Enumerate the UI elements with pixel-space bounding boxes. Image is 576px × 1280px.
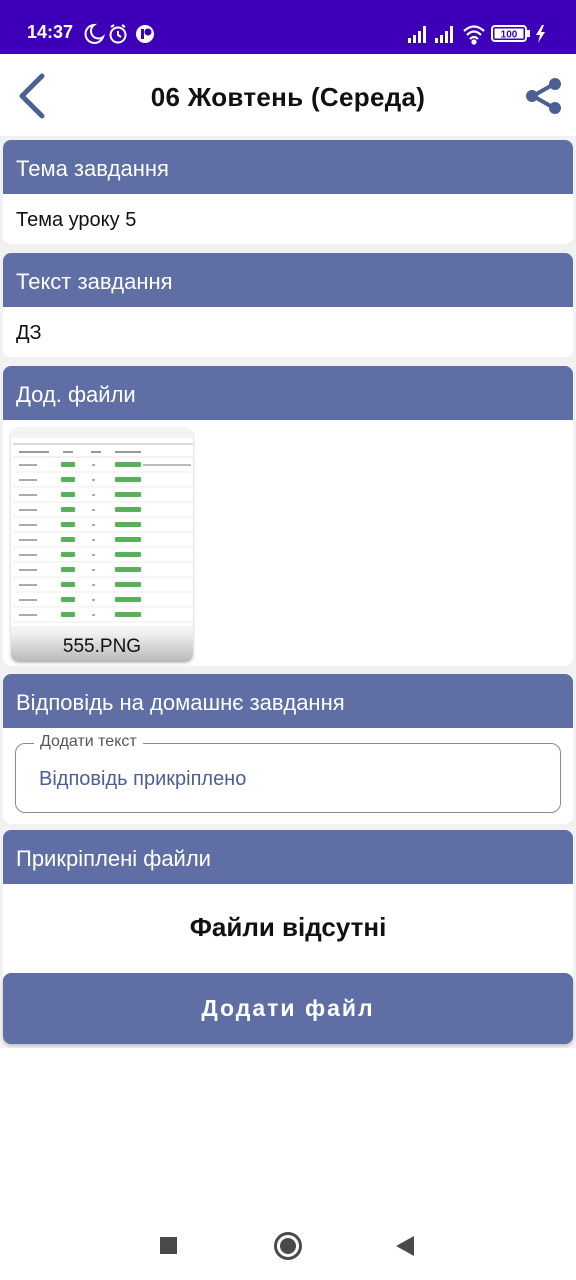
answer-field-label: Додати текст bbox=[34, 733, 143, 751]
app-bar: 06 Жовтень (Середа) bbox=[0, 54, 576, 136]
topic-header: Тема завдання bbox=[3, 140, 573, 194]
content-area: Тема завдання Тема уроку 5 Текст завданн… bbox=[0, 136, 576, 1048]
app-notification-icon bbox=[136, 25, 154, 43]
svg-text:100: 100 bbox=[501, 30, 518, 41]
task-text-value: ДЗ bbox=[16, 322, 42, 344]
status-bar: 14:37 100 bbox=[0, 0, 576, 54]
no-files-text: Файли відсутні bbox=[189, 912, 387, 942]
file-attachment[interactable]: 555.PNG bbox=[11, 428, 193, 662]
charging-icon bbox=[536, 25, 545, 43]
answer-field-value: Відповідь прикріплено bbox=[39, 768, 247, 790]
homework-answer-header: Відповідь на домашнє завдання bbox=[3, 674, 573, 728]
status-icons-right: 100 bbox=[408, 25, 545, 45]
wifi-icon bbox=[463, 25, 485, 45]
task-text-header: Текст завдання bbox=[3, 253, 573, 307]
attached-files-header: Прикріплені файли bbox=[3, 830, 573, 884]
page-title: 06 Жовтень (Середа) bbox=[150, 82, 426, 112]
nav-back-icon[interactable] bbox=[396, 1236, 414, 1256]
topic-value: Тема уроку 5 bbox=[16, 209, 137, 231]
home-icon[interactable] bbox=[274, 1232, 302, 1260]
status-icons-left bbox=[84, 23, 154, 44]
file-name: 555.PNG bbox=[11, 632, 193, 662]
battery-icon: 100 bbox=[491, 25, 530, 42]
recent-apps-icon[interactable] bbox=[160, 1237, 177, 1254]
signal-icon bbox=[408, 26, 426, 43]
back-arrow-icon[interactable] bbox=[14, 72, 54, 120]
system-nav-bar bbox=[0, 1210, 576, 1280]
moon-icon bbox=[84, 23, 106, 44]
extra-files-card: Дод. файли 555.PNG bbox=[3, 366, 573, 666]
status-time: 14:37 bbox=[27, 22, 74, 42]
file-preview-image bbox=[11, 428, 193, 636]
signal-icon bbox=[435, 26, 453, 43]
answer-text-field[interactable]: Додати текст Відповідь прикріплено bbox=[15, 733, 561, 813]
homework-answer-card: Відповідь на домашнє завдання Додати тек… bbox=[3, 674, 573, 824]
alarm-icon bbox=[109, 24, 127, 44]
extra-files-header: Дод. файли bbox=[3, 366, 573, 420]
add-file-button[interactable]: Додати файл bbox=[3, 973, 573, 1044]
share-icon[interactable] bbox=[524, 76, 564, 116]
topic-card: Тема завдання Тема уроку 5 bbox=[3, 140, 573, 244]
task-text-card: Текст завдання ДЗ bbox=[3, 253, 573, 357]
attached-files-card: Прикріплені файли Файли відсутні bbox=[3, 830, 573, 980]
